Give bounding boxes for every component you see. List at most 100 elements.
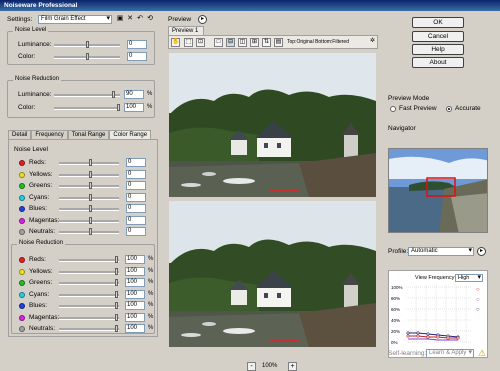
cr-reduction-unit: % bbox=[148, 302, 154, 308]
nr-color-input[interactable]: 100 bbox=[124, 103, 144, 112]
cr-level-input[interactable]: 0 bbox=[126, 181, 146, 190]
cr-reduction-input[interactable]: 100 bbox=[125, 255, 145, 264]
settings-select[interactable]: Film Grain Effect bbox=[38, 15, 112, 24]
single-view-icon[interactable]: □ bbox=[214, 38, 223, 47]
hand-tool-icon[interactable]: ✋ bbox=[171, 38, 180, 47]
view-frequency-select[interactable]: High bbox=[455, 274, 483, 282]
zoom-select-icon[interactable]: ⊡ bbox=[196, 38, 205, 47]
cr-level-slider[interactable] bbox=[59, 193, 119, 201]
original-preview-image[interactable] bbox=[169, 53, 376, 197]
undo-icon[interactable]: ↶ bbox=[136, 15, 144, 23]
cr-level-input[interactable]: 0 bbox=[126, 215, 146, 225]
cr-level-color-swatch bbox=[19, 171, 25, 178]
cr-reduction-input[interactable]: 100 bbox=[125, 289, 145, 299]
cr-level-slider[interactable] bbox=[59, 205, 119, 212]
slider-thumb[interactable] bbox=[115, 256, 118, 263]
cr-reduction-input[interactable]: 100 bbox=[125, 312, 145, 322]
fast-preview-radio[interactable] bbox=[390, 106, 396, 112]
nl-luminance-input[interactable]: 0 bbox=[127, 40, 147, 49]
navigator-thumbnail[interactable] bbox=[388, 148, 488, 233]
swap-view-icon[interactable]: ⇅ bbox=[262, 38, 271, 47]
cr-reduction-slider[interactable] bbox=[59, 290, 119, 298]
cr-level-slider[interactable] bbox=[59, 159, 119, 166]
side-by-side-icon[interactable]: ⊞ bbox=[250, 38, 259, 47]
settings-gear-icon[interactable]: ✲ bbox=[368, 38, 377, 47]
slider-thumb[interactable] bbox=[86, 53, 89, 60]
cr-level-input[interactable]: 0 bbox=[126, 158, 146, 167]
help-button[interactable]: Help bbox=[412, 44, 464, 55]
nr-color-slider[interactable] bbox=[54, 104, 120, 111]
cr-level-input[interactable]: 0 bbox=[126, 192, 146, 202]
cr-reduction-label: Magentas: bbox=[29, 313, 60, 321]
cr-level-slider[interactable] bbox=[59, 170, 119, 178]
cr-reduction-color-swatch bbox=[19, 326, 25, 332]
slider-thumb[interactable] bbox=[89, 193, 92, 201]
select-tool-icon[interactable]: ⬚ bbox=[184, 38, 193, 47]
cr-reduction-label: Greens: bbox=[29, 279, 53, 286]
nr-luminance-slider[interactable] bbox=[54, 91, 120, 98]
cancel-button[interactable]: Cancel bbox=[412, 31, 464, 42]
cr-reduction-color-swatch bbox=[19, 268, 25, 275]
left-panel: Settings: Film Grain Effect ▣ ✕ ↶ ⟲ Nois… bbox=[4, 13, 159, 358]
filtered-preview-image[interactable] bbox=[169, 201, 376, 347]
frame-icon[interactable]: ▤ bbox=[274, 38, 283, 47]
split-horizontal-icon[interactable]: ⊟ bbox=[226, 38, 235, 47]
tab-preview-1[interactable]: Preview 1 bbox=[168, 26, 204, 35]
slider-thumb[interactable] bbox=[89, 228, 92, 235]
nl-color-slider[interactable] bbox=[54, 53, 120, 60]
delete-icon[interactable]: ✕ bbox=[126, 15, 134, 23]
self-learning-select[interactable]: Learn & Apply bbox=[426, 349, 474, 358]
slider-thumb[interactable] bbox=[89, 182, 92, 189]
cr-reduction-slider[interactable] bbox=[59, 256, 119, 263]
channel-blue-marker[interactable]: ○ bbox=[476, 307, 483, 313]
slider-thumb[interactable] bbox=[86, 41, 89, 48]
tab-frequency[interactable]: Frequency bbox=[31, 130, 68, 139]
cr-level-slider[interactable] bbox=[59, 216, 119, 224]
slider-thumb[interactable] bbox=[89, 159, 92, 166]
cr-level-slider[interactable] bbox=[59, 182, 119, 189]
nl-luminance-slider[interactable] bbox=[54, 41, 120, 48]
slider-thumb[interactable] bbox=[89, 170, 92, 178]
cr-reduction-input[interactable]: 100 bbox=[125, 301, 145, 310]
cr-reduction-slider[interactable] bbox=[59, 302, 119, 309]
slider-thumb[interactable] bbox=[115, 313, 118, 321]
cr-level-input[interactable]: 0 bbox=[126, 169, 146, 179]
cr-reduction-slider[interactable] bbox=[59, 267, 119, 275]
slider-thumb[interactable] bbox=[115, 325, 118, 332]
slider-thumb[interactable] bbox=[115, 267, 118, 275]
slider-thumb[interactable] bbox=[115, 302, 118, 309]
preview-menu-icon[interactable]: ▸ bbox=[198, 15, 207, 24]
cr-reduction-color-swatch bbox=[19, 303, 25, 309]
cr-reduction-slider[interactable] bbox=[59, 325, 119, 332]
slider-thumb[interactable] bbox=[115, 290, 118, 298]
cr-reduction-slider[interactable] bbox=[59, 313, 119, 321]
cr-level-input[interactable]: 0 bbox=[126, 227, 146, 236]
nr-luminance-input[interactable]: 90 bbox=[124, 90, 144, 99]
cr-reduction-input[interactable]: 100 bbox=[125, 266, 145, 276]
channel-red-marker[interactable]: ○ bbox=[476, 287, 483, 293]
reset-icon[interactable]: ⟲ bbox=[146, 15, 154, 23]
channel-violet-marker[interactable]: ○ bbox=[476, 297, 483, 303]
cr-level-input[interactable]: 0 bbox=[126, 204, 146, 213]
slider-thumb[interactable] bbox=[89, 216, 92, 224]
profile-menu-icon[interactable]: ▸ bbox=[477, 247, 486, 256]
slider-thumb[interactable] bbox=[89, 205, 92, 212]
split-vertical-icon[interactable]: ◫ bbox=[238, 38, 247, 47]
tab-tonal-range[interactable]: Tonal Range bbox=[67, 130, 110, 139]
slider-thumb[interactable] bbox=[115, 279, 118, 286]
cr-reduction-input[interactable]: 100 bbox=[125, 324, 145, 333]
about-button[interactable]: About bbox=[412, 57, 464, 68]
accurate-radio[interactable] bbox=[446, 106, 452, 112]
cr-reduction-input[interactable]: 100 bbox=[125, 278, 145, 287]
cr-level-slider[interactable] bbox=[59, 228, 119, 235]
slider-thumb[interactable] bbox=[112, 91, 115, 98]
save-icon[interactable]: ▣ bbox=[116, 15, 124, 23]
nr-luminance-unit: % bbox=[147, 91, 153, 97]
tab-color-range[interactable]: Color Range bbox=[109, 130, 152, 139]
slider-thumb[interactable] bbox=[117, 104, 120, 111]
cr-reduction-slider[interactable] bbox=[59, 279, 119, 286]
ok-button[interactable]: OK bbox=[412, 17, 464, 28]
profile-select[interactable]: Automatic bbox=[408, 247, 474, 256]
tab-detail[interactable]: Detail bbox=[8, 130, 32, 139]
nl-color-input[interactable]: 0 bbox=[127, 52, 147, 61]
